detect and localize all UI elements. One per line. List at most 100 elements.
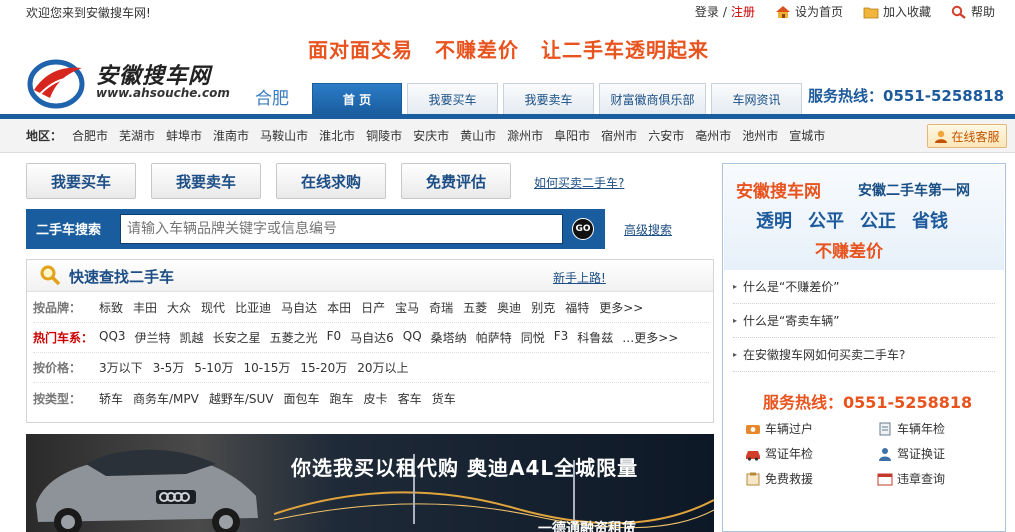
brand-link[interactable]: 五菱	[463, 299, 487, 316]
type-link[interactable]: 皮卡	[364, 390, 388, 407]
tab-club[interactable]: 财富徽商俱乐部	[599, 83, 706, 114]
search-go-button[interactable]: GO	[572, 218, 594, 240]
faq-link[interactable]: ▸ 什么是“寄卖车辆”	[733, 304, 995, 338]
type-link[interactable]: 客车	[398, 390, 422, 407]
login-link[interactable]: 登录	[695, 3, 719, 20]
type-link[interactable]: 越野车/SUV	[209, 390, 274, 407]
series-more-link[interactable]: …更多>>	[622, 329, 678, 346]
add-favorite-link[interactable]: 加入收藏	[863, 3, 931, 20]
region-city[interactable]: 马鞍山市	[260, 127, 308, 144]
free-evaluate-button[interactable]: 免费评估	[401, 163, 511, 199]
price-link[interactable]: 3万以下	[99, 359, 143, 376]
brand-link[interactable]: 标致	[99, 299, 123, 316]
region-city[interactable]: 宣城市	[789, 127, 825, 144]
series-link[interactable]: 帕萨特	[476, 329, 512, 346]
sell-car-button[interactable]: 我要卖车	[151, 163, 261, 199]
service-annual-check[interactable]: 车辆年检	[877, 420, 945, 437]
buy-car-button[interactable]: 我要买车	[26, 163, 136, 199]
region-city[interactable]: 合肥市	[72, 127, 108, 144]
site-logo[interactable]: 安徽搜车网 www.ahsouche.com	[26, 54, 256, 112]
tab-home[interactable]: 首 页	[312, 83, 402, 114]
search-bar: 二手车搜索 GO	[26, 209, 605, 249]
quick-find-title: 快速查找二手车	[69, 268, 175, 286]
series-link[interactable]: F0	[327, 329, 342, 346]
service-license-renew[interactable]: 驾证换证	[877, 445, 945, 462]
price-link[interactable]: 10-15万	[244, 359, 291, 376]
type-link[interactable]: 面包车	[284, 390, 320, 407]
region-city[interactable]: 淮北市	[319, 127, 355, 144]
price-row: 按价格： 3万以下 3-5万 5-10万 10-15万 15-20万 20万以上	[33, 353, 709, 383]
series-link[interactable]: QQ3	[99, 329, 126, 346]
type-link[interactable]: 跑车	[330, 390, 354, 407]
price-link[interactable]: 20万以上	[357, 359, 408, 376]
value-word: 公正	[860, 211, 896, 232]
brand-link[interactable]: 福特	[565, 299, 589, 316]
region-city[interactable]: 铜陵市	[366, 127, 402, 144]
brand-link[interactable]: 比亚迪	[235, 299, 271, 316]
series-link[interactable]: 同悦	[521, 329, 545, 346]
faq-link[interactable]: ▸ 在安徽搜车网如何买卖二手车?	[733, 338, 995, 372]
brand-link[interactable]: 别克	[531, 299, 555, 316]
howto-link[interactable]: 如何买卖二手车?	[534, 174, 624, 191]
tab-news[interactable]: 车网资讯	[711, 83, 802, 114]
region-city[interactable]: 滁州市	[507, 127, 543, 144]
brand-link[interactable]: 日产	[361, 299, 385, 316]
seek-car-button[interactable]: 在线求购	[276, 163, 386, 199]
series-link[interactable]: 长安之星	[213, 329, 261, 346]
set-home-link[interactable]: 设为首页	[775, 3, 843, 20]
service-transfer[interactable]: 车辆过户	[745, 420, 813, 437]
region-city[interactable]: 亳州市	[695, 127, 731, 144]
advanced-search-link[interactable]: 高级搜索	[624, 221, 672, 238]
series-link[interactable]: QQ	[403, 329, 422, 346]
series-link[interactable]: 桑塔纳	[431, 329, 467, 346]
price-link[interactable]: 3-5万	[153, 359, 185, 376]
region-city[interactable]: 池州市	[742, 127, 778, 144]
search-input[interactable]	[120, 214, 563, 244]
price-link[interactable]: 5-10万	[194, 359, 233, 376]
region-city[interactable]: 淮南市	[213, 127, 249, 144]
type-link[interactable]: 轿车	[99, 390, 123, 407]
brand-link[interactable]: 本田	[327, 299, 351, 316]
series-link[interactable]: 凯越	[180, 329, 204, 346]
region-city[interactable]: 宿州市	[601, 127, 637, 144]
series-link[interactable]: 伊兰特	[135, 329, 171, 346]
service-rescue[interactable]: 免费救援	[745, 470, 813, 487]
price-link[interactable]: 15-20万	[300, 359, 347, 376]
type-link[interactable]: 商务车/MPV	[133, 390, 199, 407]
brand-link[interactable]: 马自达	[281, 299, 317, 316]
region-city[interactable]: 安庆市	[413, 127, 449, 144]
service-violation-query[interactable]: 违章查询	[877, 470, 945, 487]
faq-link[interactable]: ▸ 什么是“不赚差价”	[733, 270, 995, 304]
series-link[interactable]: 马自达6	[350, 329, 394, 346]
brand-link[interactable]: 奥迪	[497, 299, 521, 316]
tab-buy-car[interactable]: 我要买车	[407, 83, 498, 114]
brand-link[interactable]: 现代	[201, 299, 225, 316]
main-nav: 首 页 我要买车 我要卖车 财富徽商俱乐部 车网资讯	[312, 83, 802, 114]
tab-sell-car[interactable]: 我要卖车	[503, 83, 594, 114]
region-city[interactable]: 六安市	[648, 127, 684, 144]
region-city[interactable]: 阜阳市	[554, 127, 590, 144]
type-link[interactable]: 货车	[432, 390, 456, 407]
region-city[interactable]: 芜湖市	[119, 127, 155, 144]
series-link[interactable]: 五菱之光	[270, 329, 318, 346]
brand-link[interactable]: 奇瑞	[429, 299, 453, 316]
login-separator: /	[722, 4, 727, 19]
newbie-link[interactable]: 新手上路!	[553, 269, 606, 286]
series-link[interactable]: 科鲁兹	[577, 329, 613, 346]
current-city[interactable]: 合肥	[255, 84, 289, 109]
online-service-button[interactable]: 在线客服	[927, 124, 1007, 148]
brand-more-link[interactable]: 更多>>	[599, 299, 643, 316]
series-link[interactable]: F3	[554, 329, 569, 346]
promo-banner[interactable]: 你选我买以租代购 奥迪A4L全城限量 一德通融资租赁	[26, 434, 714, 532]
brand-link[interactable]: 宝马	[395, 299, 419, 316]
clipboard-icon	[746, 472, 760, 485]
right-subtitle: 安徽二手车第一网	[858, 183, 970, 199]
help-link[interactable]: 帮助	[951, 3, 995, 20]
register-link[interactable]: 注册	[731, 3, 755, 20]
agent-icon	[935, 130, 948, 143]
service-license-check[interactable]: 驾证年检	[745, 445, 813, 462]
brand-link[interactable]: 丰田	[133, 299, 157, 316]
brand-link[interactable]: 大众	[167, 299, 191, 316]
region-city[interactable]: 蚌埠市	[166, 127, 202, 144]
region-city[interactable]: 黄山市	[460, 127, 496, 144]
